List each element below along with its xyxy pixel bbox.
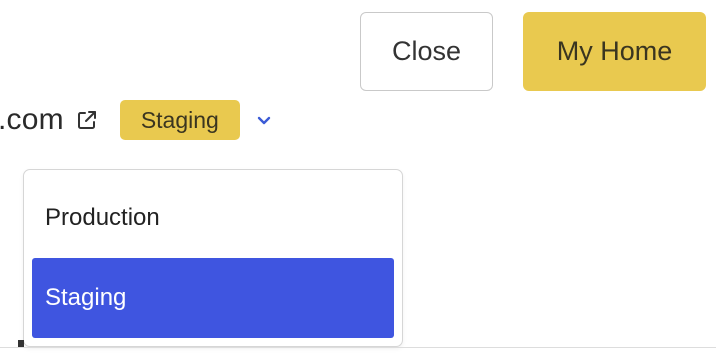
domain-link-text[interactable]: .com (0, 103, 64, 137)
partial-glyph (18, 340, 24, 347)
environment-badge: Staging (119, 100, 240, 140)
external-link-icon[interactable] (76, 109, 98, 131)
close-button[interactable]: Close (360, 12, 493, 91)
divider (0, 347, 716, 348)
environment-dropdown-menu: Production Staging (23, 169, 403, 347)
chevron-down-icon[interactable] (255, 111, 273, 129)
menu-item-production[interactable]: Production (32, 178, 394, 258)
my-home-button[interactable]: My Home (523, 12, 706, 91)
menu-item-staging[interactable]: Staging (32, 258, 394, 338)
environment-row: .com Staging (0, 98, 273, 142)
